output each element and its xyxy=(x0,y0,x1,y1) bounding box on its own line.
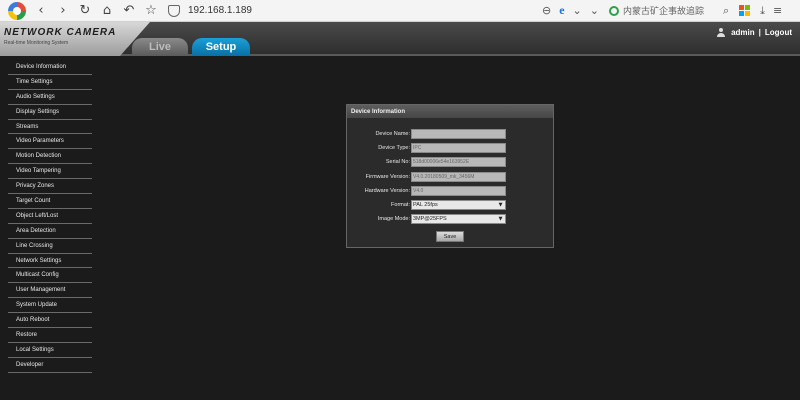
menu-icon[interactable]: ≡ xyxy=(773,4,782,17)
sidebar-item-multicast-config[interactable]: Multicast Config xyxy=(8,268,92,284)
sidebar-item-time-settings[interactable]: Time Settings xyxy=(8,75,92,90)
format-value: PAL 25fps xyxy=(413,202,438,208)
sidebar-item-restore[interactable]: Restore xyxy=(8,328,92,343)
sidebar-item-local-settings[interactable]: Local Settings xyxy=(8,343,92,358)
brand-plate: NETWORK CAMERA Real-time Monitoring Syst… xyxy=(0,22,150,56)
search-placeholder: 内蒙古矿企事故追踪 xyxy=(622,6,704,16)
image-mode-row: Image Mode: 3MP@25FPS ▼ xyxy=(347,214,555,224)
device-information-panel: Device Information Device Name: Device T… xyxy=(346,104,554,248)
undo-icon[interactable]: ↶ xyxy=(120,2,138,20)
search-icon[interactable]: ⌕ xyxy=(723,4,729,18)
separator-dropdown-icon[interactable]: ⌄ xyxy=(590,4,599,17)
sidebar-item-network-settings[interactable]: Network Settings xyxy=(8,254,92,269)
logout-link[interactable]: Logout xyxy=(765,28,792,37)
sidebar-item-system-update[interactable]: System Update xyxy=(8,298,92,314)
image-mode-value: 3MP@25FPS xyxy=(413,216,447,222)
firmware-version-row: Firmware Version: V4.0.20180509_mk_3456M xyxy=(347,172,555,182)
address-text: 192.168.1.189 xyxy=(188,5,252,16)
hardware-version-row: Hardware Version: V4.0 xyxy=(347,186,555,196)
serial-no-field: 518d00006e54e163952E xyxy=(411,157,506,167)
apps-grid-icon[interactable] xyxy=(739,5,751,16)
sidebar-item-target-count[interactable]: Target Count xyxy=(8,194,92,209)
user-area: admin | Logout xyxy=(717,28,792,37)
zoom-icon[interactable]: ⊖ xyxy=(542,4,551,17)
sidebar-item-video-tampering[interactable]: Video Tampering xyxy=(8,164,92,180)
header-separator: | xyxy=(758,28,761,37)
star-icon[interactable]: ☆ xyxy=(142,2,160,20)
chevron-down-icon: ▼ xyxy=(498,202,503,208)
device-type-field: IPC xyxy=(411,143,506,153)
sidebar-item-object-left-lost[interactable]: Object Left/Lost xyxy=(8,209,92,224)
chevron-down-icon: ▼ xyxy=(498,216,503,222)
tab-setup[interactable]: Setup xyxy=(192,38,250,56)
format-select[interactable]: PAL 25fps ▼ xyxy=(411,200,506,210)
firmware-version-label: Firmware Version: xyxy=(365,174,410,180)
sidebar-item-user-management[interactable]: User Management xyxy=(8,283,92,299)
device-name-row: Device Name: xyxy=(347,129,555,139)
security-shield-icon xyxy=(168,4,180,17)
serial-no-label: Serial No: xyxy=(385,159,410,165)
refresh-icon[interactable]: ↻ xyxy=(76,2,94,20)
ie-mode-icon[interactable]: e xyxy=(559,3,564,18)
dropdown-icon[interactable]: ⌄ xyxy=(573,4,582,17)
sidebar-item-video-parameters[interactable]: Video Parameters xyxy=(8,134,92,150)
home-icon[interactable]: ⌂ xyxy=(98,2,116,20)
username: admin xyxy=(731,28,755,37)
user-icon xyxy=(717,28,726,37)
settings-sidebar: Device Information Time Settings Audio S… xyxy=(8,60,92,373)
brand-subtitle: Real-time Monitoring System xyxy=(4,40,69,46)
serial-no-row: Serial No: 518d00006e54e163952E xyxy=(347,157,555,167)
device-name-label: Device Name: xyxy=(375,131,410,137)
format-row: Format: PAL 25fps ▼ xyxy=(347,200,555,210)
device-name-field[interactable] xyxy=(411,129,506,139)
device-type-label: Device Type: xyxy=(378,145,410,151)
address-bar[interactable]: 192.168.1.189 xyxy=(168,2,538,20)
save-button[interactable]: Save xyxy=(436,231,464,242)
tab-live[interactable]: Live xyxy=(132,38,188,56)
sidebar-item-auto-reboot[interactable]: Auto Reboot xyxy=(8,313,92,329)
sidebar-item-area-detection[interactable]: Area Detection xyxy=(8,224,92,239)
panel-title: Device Information xyxy=(347,105,553,118)
format-label: Format: xyxy=(391,202,410,208)
sidebar-item-display-settings[interactable]: Display Settings xyxy=(8,105,92,120)
browser-logo-icon[interactable] xyxy=(6,0,28,22)
back-icon[interactable]: ‹ xyxy=(32,2,50,20)
search-input[interactable]: 内蒙古矿企事故追踪 xyxy=(608,3,719,19)
download-icon[interactable]: ⤓ xyxy=(760,4,765,18)
device-type-row: Device Type: IPC xyxy=(347,143,555,153)
search-engine-icon xyxy=(608,5,619,16)
brand-logo: NETWORK CAMERA xyxy=(4,27,117,38)
image-mode-select[interactable]: 3MP@25FPS ▼ xyxy=(411,214,506,224)
firmware-version-field: V4.0.20180509_mk_3456M xyxy=(411,172,506,182)
app-header: NETWORK CAMERA Real-time Monitoring Syst… xyxy=(0,22,800,56)
forward-icon[interactable]: › xyxy=(54,2,72,20)
sidebar-item-developer[interactable]: Developer xyxy=(8,358,92,373)
sidebar-item-motion-detection[interactable]: Motion Detection xyxy=(8,149,92,165)
sidebar-item-device-information[interactable]: Device Information xyxy=(8,60,92,75)
browser-toolbar: ‹ › ↻ ⌂ ↶ ☆ 192.168.1.189 ⊖ e ⌄ ⌄ 内蒙古矿企事… xyxy=(0,0,800,22)
hardware-version-label: Hardware Version: xyxy=(364,188,410,194)
sidebar-item-privacy-zones[interactable]: Privacy Zones xyxy=(8,179,92,195)
sidebar-item-audio-settings[interactable]: Audio Settings xyxy=(8,90,92,105)
sidebar-item-line-crossing[interactable]: Line Crossing xyxy=(8,239,92,254)
image-mode-label: Image Mode: xyxy=(377,216,410,222)
sidebar-item-streams[interactable]: Streams xyxy=(8,120,92,135)
hardware-version-field: V4.0 xyxy=(411,186,506,196)
